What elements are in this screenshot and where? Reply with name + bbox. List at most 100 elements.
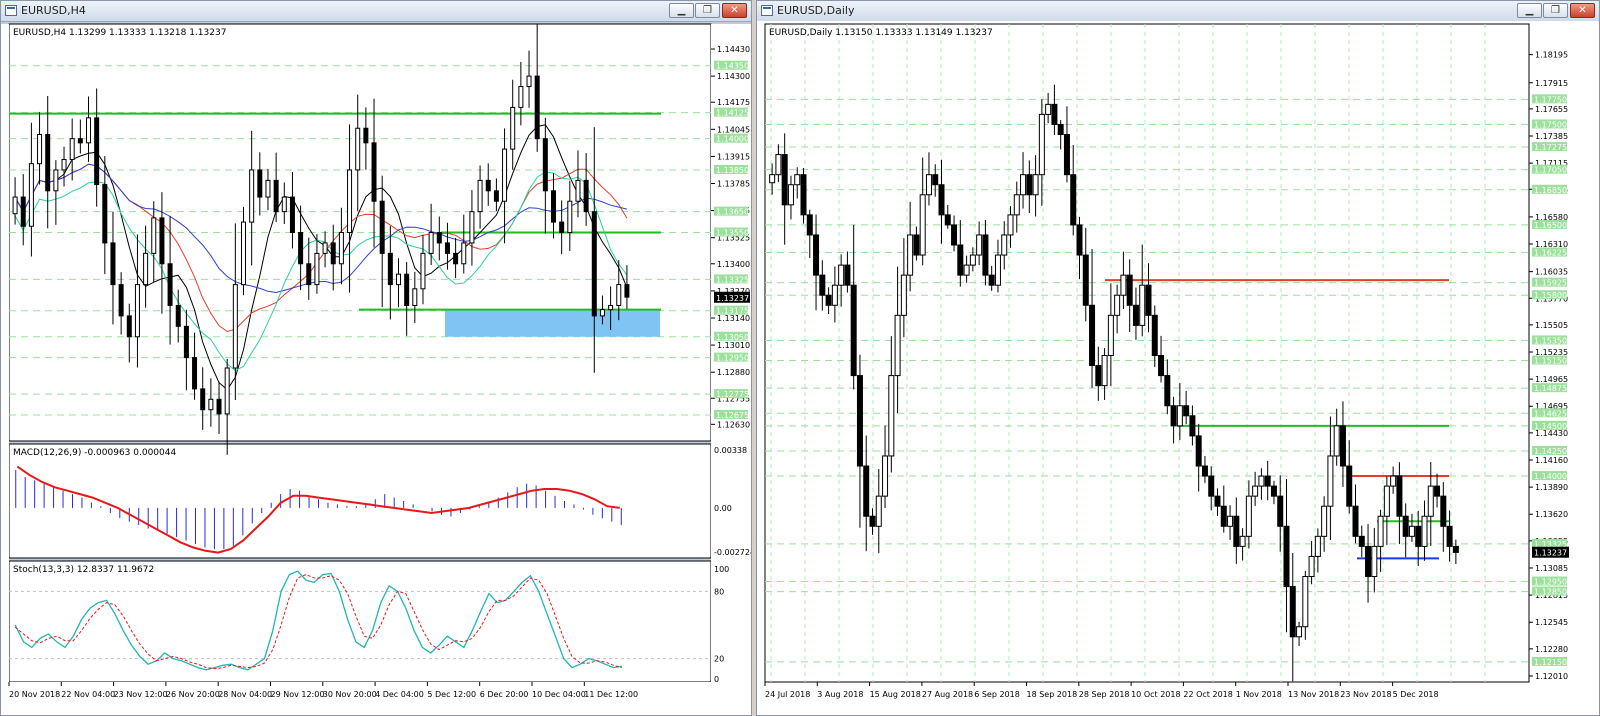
x-tick-label: 6 Sep 2018	[974, 690, 1020, 699]
candle	[944, 214, 951, 226]
candle	[1001, 234, 1008, 256]
candle	[863, 465, 870, 517]
candle	[988, 274, 995, 286]
stoch-y-tick-label: 100	[714, 565, 729, 574]
y-tick-label: 1.12630	[717, 420, 750, 429]
candle	[371, 142, 377, 202]
y-tick-label: 1.13785	[717, 180, 750, 189]
candle	[192, 357, 198, 390]
h4-chart-area[interactable]: 1.14430 1.14300 1.14175 1.14045 1.13915 1.137…	[1, 21, 751, 715]
candle	[1114, 294, 1121, 316]
candle	[1214, 495, 1221, 507]
candle	[444, 242, 450, 254]
candle	[1063, 134, 1070, 176]
candle	[1296, 626, 1303, 638]
y-tick-label: 1.14430	[717, 45, 750, 54]
candle	[1440, 495, 1447, 527]
candle	[1327, 455, 1334, 507]
candle	[1233, 515, 1240, 547]
candle	[61, 159, 67, 171]
x-tick-label: 28 Nov 04:00	[218, 690, 272, 699]
candle	[355, 127, 361, 171]
stoch-y-tick-label: 0	[714, 675, 719, 684]
level-price-label: 1.13325	[716, 275, 749, 284]
restore-button[interactable]: ❐	[1543, 3, 1568, 18]
candle	[518, 86, 524, 108]
candle	[1258, 475, 1265, 487]
candle	[1020, 174, 1027, 196]
candle	[1120, 274, 1127, 296]
level-price-label: 1.15150	[1534, 357, 1567, 366]
candle	[1277, 495, 1284, 527]
candle	[1402, 515, 1409, 537]
candle	[1045, 103, 1052, 115]
title-bar[interactable]: EURUSD,Daily ▁ ❐ ✕	[757, 1, 1599, 22]
candle	[200, 388, 206, 411]
candle	[216, 398, 222, 415]
candle	[151, 217, 157, 254]
candle	[608, 304, 614, 311]
candle	[1126, 274, 1133, 306]
candle	[894, 314, 901, 377]
candle	[208, 398, 214, 411]
x-tick-label: 11 Dec 12:00	[584, 690, 638, 699]
level-price-label: 1.13050	[716, 333, 749, 342]
window-h4[interactable]: EURUSD,H4 ▁ ❐ ✕ 1.14430 1.14300 1.14175 1.1…	[0, 0, 752, 716]
minimize-button[interactable]: ▁	[669, 3, 694, 18]
candle	[53, 169, 59, 192]
candle	[1170, 405, 1177, 427]
y-tick-label: 1.12545	[1535, 618, 1568, 627]
candle	[420, 252, 426, 290]
candle	[1051, 103, 1058, 125]
level-price-label: 1.15925	[1534, 279, 1567, 288]
close-button[interactable]: ✕	[1570, 3, 1595, 18]
level-price-label: 1.14500	[1534, 422, 1567, 431]
candle	[1339, 425, 1346, 467]
candle	[37, 134, 43, 165]
candle	[1176, 405, 1183, 427]
x-tick-label: 30 Nov 20:00	[323, 690, 377, 699]
candle	[919, 194, 926, 256]
candle	[1239, 535, 1246, 547]
x-tick-label: 3 Aug 2018	[817, 690, 863, 699]
title-bar[interactable]: EURUSD,H4 ▁ ❐ ✕	[1, 1, 751, 22]
candle	[241, 221, 246, 286]
candle	[534, 75, 540, 140]
window-daily[interactable]: EURUSD,Daily ▁ ❐ ✕ 1.18195 1.17915 1.17655…	[756, 0, 1600, 716]
level-price-label: 1.12850	[1534, 588, 1567, 597]
candle	[932, 174, 939, 186]
candle	[86, 117, 91, 144]
close-button[interactable]: ✕	[722, 3, 747, 18]
y-tick-label: 1.12880	[717, 368, 750, 377]
candle	[1076, 224, 1083, 256]
y-tick-label: 1.14160	[1535, 456, 1568, 465]
level-price-label: 1.13850	[716, 166, 749, 175]
candle	[289, 196, 295, 233]
macd-y-tick-label: 0.00	[714, 504, 732, 513]
x-tick-label: 1 Nov 2018	[1236, 690, 1282, 699]
candle	[1195, 435, 1202, 467]
candle	[882, 455, 889, 497]
restore-button[interactable]: ❐	[695, 3, 720, 18]
x-tick-label: 5 Dec 12:00	[427, 690, 476, 699]
stoch-y-tick-label: 80	[714, 587, 724, 596]
candle	[265, 179, 271, 198]
y-tick-label: 1.12010	[1535, 672, 1568, 681]
level-price-label: 1.12150	[1534, 658, 1567, 667]
minimize-button[interactable]: ▁	[1517, 3, 1542, 18]
candle	[1390, 475, 1397, 487]
level-price-label: 1.13650	[716, 208, 749, 217]
level-price-label: 1.16500	[1534, 221, 1567, 230]
level-price-label: 1.14350	[716, 62, 749, 71]
macd-header: MACD(12,26,9) -0.000963 0.000044	[13, 448, 176, 458]
candle	[1095, 365, 1102, 387]
candle	[624, 284, 630, 298]
candle	[110, 242, 116, 286]
candle	[1283, 525, 1290, 588]
candle	[875, 495, 882, 527]
daily-chart-area[interactable]: 1.181951.179151.176551.173851.171151.168…	[757, 21, 1599, 715]
stoch-header: Stoch(13,3,3) 12.8337 11.9672	[13, 565, 154, 575]
candle	[159, 217, 165, 265]
candle	[907, 234, 914, 276]
support-zone	[445, 309, 660, 337]
